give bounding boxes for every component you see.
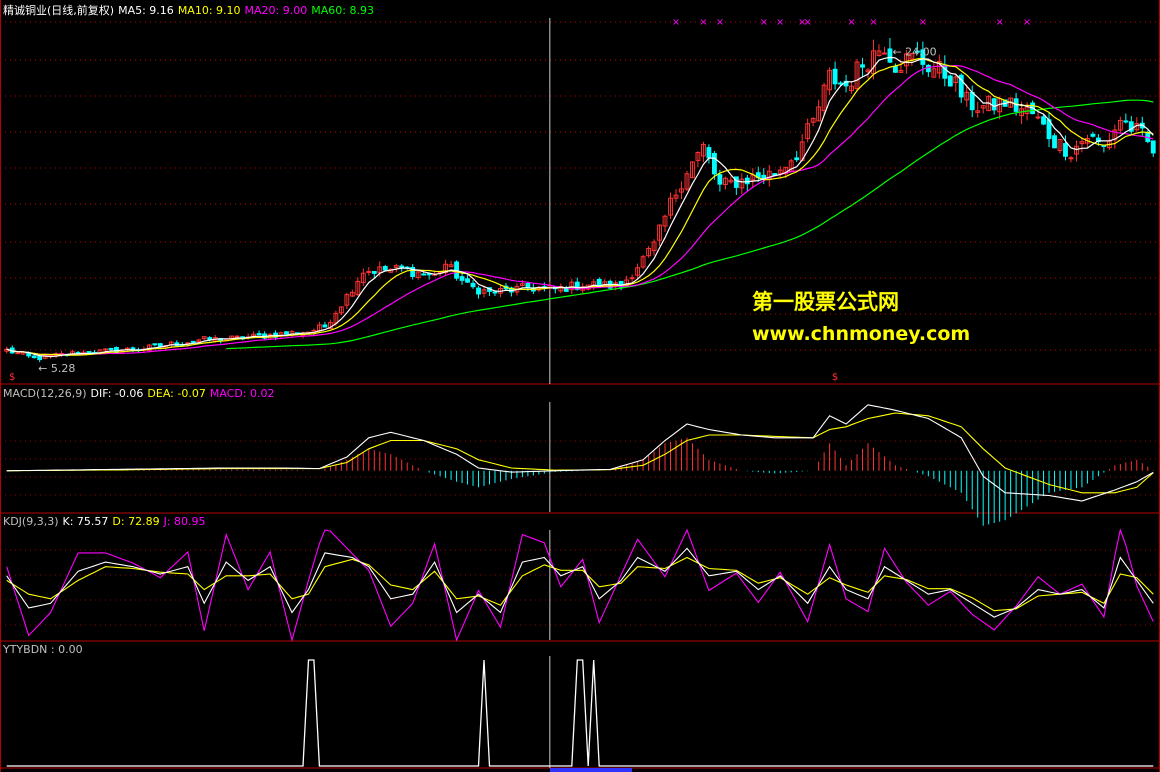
candle-body (887, 48, 893, 63)
candle-body (470, 282, 476, 288)
k-label: K: 75.57 (62, 515, 109, 528)
chart-title: 精诚铜业(日线,前复权) (3, 4, 115, 17)
d-label: D: 72.89 (112, 515, 160, 528)
sell-marker: × (803, 17, 811, 28)
j-label: J: 80.95 (163, 515, 206, 528)
candle-body (492, 291, 498, 294)
candle-body (157, 343, 163, 347)
candle-body (476, 287, 481, 295)
dividend-marker: $ (9, 372, 15, 383)
candle-body (1041, 116, 1046, 125)
ma60-label: MA60: 8.93 (311, 4, 374, 17)
sell-marker: × (776, 17, 784, 28)
candle-body (706, 147, 712, 159)
candle-body (629, 277, 635, 280)
price-header: 精诚铜业(日线,前复权) MA5: 9.16 MA10: 9.10 MA20: 9.0… (3, 4, 378, 18)
high-price-label: ← 24.00 (892, 45, 936, 58)
candle-body (459, 276, 465, 281)
ma60-line (226, 99, 1154, 350)
candle-body (322, 324, 328, 328)
selection-bar (549, 768, 633, 772)
grid-lines (0, 0, 1160, 772)
candle-body (991, 98, 997, 111)
candle-body (382, 266, 388, 271)
candle-body (31, 355, 37, 359)
ma20-label: MA20: 9.00 (244, 4, 308, 17)
candle-body (744, 177, 750, 185)
candle-body (1090, 133, 1096, 137)
macd-label: MACD: 0.02 (209, 387, 275, 400)
candle-body (711, 152, 717, 175)
candle-body (465, 278, 470, 283)
candle-body (103, 348, 108, 351)
ytybdn-panel (6, 659, 1154, 772)
candle-body (15, 352, 21, 355)
candle-body (882, 52, 887, 55)
candle-body (234, 335, 240, 338)
dif-line (6, 404, 1154, 502)
sell-marker: × (1023, 17, 1031, 28)
candle-body (108, 347, 114, 350)
kdj-panel (6, 528, 1154, 643)
kdj-header: KDJ(9,3,3) K: 75.57 D: 72.89 J: 80.95 (3, 515, 210, 529)
price-panel (4, 38, 1156, 363)
sell-marker: × (919, 17, 927, 28)
d-line (6, 556, 1154, 612)
sell-marker: × (847, 17, 855, 28)
candle-body (371, 270, 377, 274)
sell-marker: × (672, 17, 680, 28)
ma5-line (6, 56, 1154, 358)
dea-line (6, 412, 1154, 494)
candle-body (152, 343, 158, 346)
ma10-line (6, 57, 1154, 356)
candle-body (925, 64, 931, 73)
candle-body (1063, 143, 1068, 157)
ytybdn-line (6, 659, 1154, 767)
candle-body (838, 82, 843, 85)
sell-marker: × (869, 17, 877, 28)
candle-body (1035, 116, 1041, 119)
candle-body (1123, 120, 1129, 123)
ytybdn-header: YTYBDN : 0.00 (3, 643, 87, 657)
candle-body (1150, 140, 1156, 154)
candle-body (860, 64, 865, 68)
dividend-marker: $ (832, 372, 838, 383)
candle-body (366, 270, 372, 273)
candle-body (1068, 157, 1074, 160)
k-line (6, 547, 1154, 618)
candle-body (284, 331, 289, 335)
macd-name: MACD(12,26,9) (3, 387, 87, 400)
candle-body (733, 176, 739, 188)
candle-body (832, 68, 838, 85)
candle-body (717, 174, 723, 185)
candle-body (1052, 135, 1057, 149)
candle-body (37, 355, 43, 361)
sell-marker: × (760, 17, 768, 28)
macd-panel (6, 404, 1154, 526)
candle-body (893, 66, 898, 73)
candle-body (190, 340, 196, 343)
sell-marker: × (995, 17, 1003, 28)
j-line (6, 528, 1154, 643)
candle-body (947, 75, 953, 87)
kdj-name: KDJ(9,3,3) (3, 515, 59, 528)
ma10-label: MA10: 9.10 (177, 4, 241, 17)
candle-body (969, 91, 975, 111)
stock-chart: × × × × × ×× × × × × ×← 24.00← 5.28$ $ (0, 0, 1160, 772)
low-price-label: ← 5.28 (38, 362, 75, 375)
ma20-line (34, 64, 1154, 356)
candle-body (256, 333, 262, 336)
sell-marker: × (716, 17, 724, 28)
dif-label: DIF: -0.06 (90, 387, 144, 400)
macd-header: MACD(12,26,9) DIF: -0.06 DEA: -0.07 MACD: 0… (3, 387, 279, 401)
candle-body (421, 273, 427, 276)
watermark-line1: 第一股票公式网 (752, 290, 899, 314)
ma5-label: MA5: 9.16 (118, 4, 174, 17)
candle-body (794, 157, 800, 161)
ytybdn-label: YTYBDN : 0.00 (3, 643, 83, 656)
dea-label: DEA: -0.07 (147, 387, 206, 400)
sell-marker: × (699, 17, 707, 28)
watermark-line2: www.chnmoney.com (752, 323, 971, 345)
